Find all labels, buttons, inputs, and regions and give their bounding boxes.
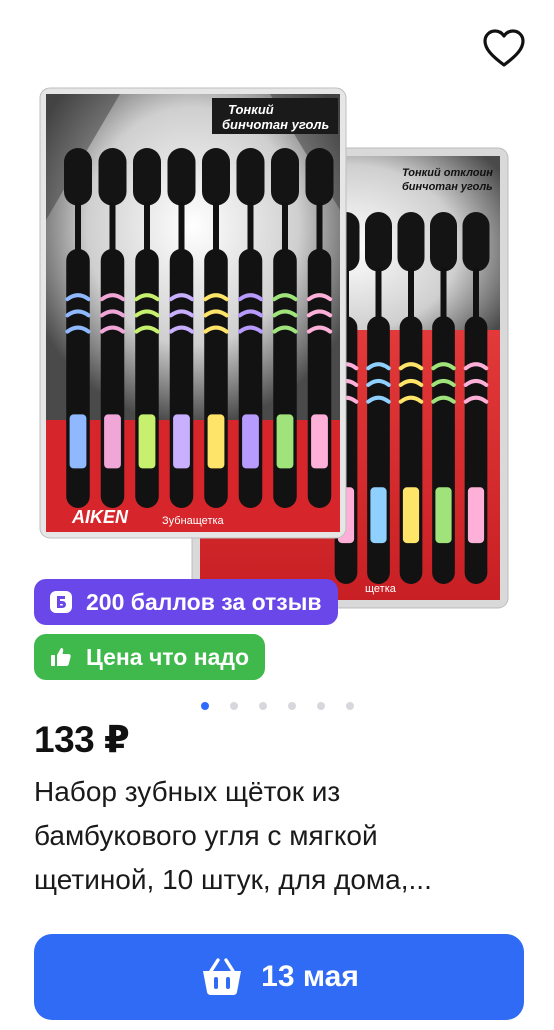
product-title[interactable]: Набор зубных щёток из бамбукового угля с…: [34, 770, 524, 902]
gallery-dot[interactable]: [200, 702, 209, 710]
points-badge-label: 200 баллов за отзыв: [86, 588, 322, 615]
gallery-dot[interactable]: [287, 702, 296, 710]
heart-icon: [483, 29, 525, 67]
svg-text:Зубнащетка: Зубнащетка: [162, 515, 225, 527]
svg-text:Тонкий: Тонкий: [228, 102, 274, 117]
favorite-button[interactable]: [480, 24, 528, 72]
points-b-icon: [48, 589, 74, 615]
good-price-badge[interactable]: Цена что надо: [34, 634, 266, 680]
svg-text:бинчотан уголь: бинчотан уголь: [222, 117, 329, 132]
product-title-line: Набор зубных щёток из: [34, 776, 341, 807]
product-title-line: щетиной, 10 штук, для дома,...: [34, 864, 432, 895]
gallery-dot[interactable]: [229, 702, 238, 710]
gallery-dot[interactable]: [345, 702, 354, 710]
svg-text:Тонкий отклоин: Тонкий отклоин: [402, 167, 493, 179]
svg-text:бинчотан уголь: бинчотан уголь: [402, 181, 493, 193]
good-price-badge-label: Цена что надо: [86, 643, 250, 670]
svg-text:AIKEN: AIKEN: [71, 507, 129, 527]
svg-text:щетка: щетка: [365, 583, 397, 595]
package-front: Тонкий бинчотан уголь AIKEN Зубнащетка: [39, 87, 347, 539]
product-card[interactable]: Тонкий отклоин бинчотан уголь щетка Тонк…: [0, 0, 554, 1030]
add-to-cart-button[interactable]: 13 мая: [34, 934, 524, 1020]
product-price: 133 ₽: [34, 719, 130, 760]
gallery-dot[interactable]: [316, 702, 325, 710]
product-title-line: бамбукового угля с мягкой: [34, 820, 378, 851]
gallery-dot[interactable]: [258, 702, 267, 710]
gallery-pagination: [0, 702, 554, 710]
basket-icon: [199, 957, 245, 997]
delivery-date-label: 13 мая: [261, 960, 359, 993]
thumb-up-icon: [48, 644, 74, 670]
points-for-review-badge[interactable]: 200 баллов за отзыв: [34, 579, 338, 625]
